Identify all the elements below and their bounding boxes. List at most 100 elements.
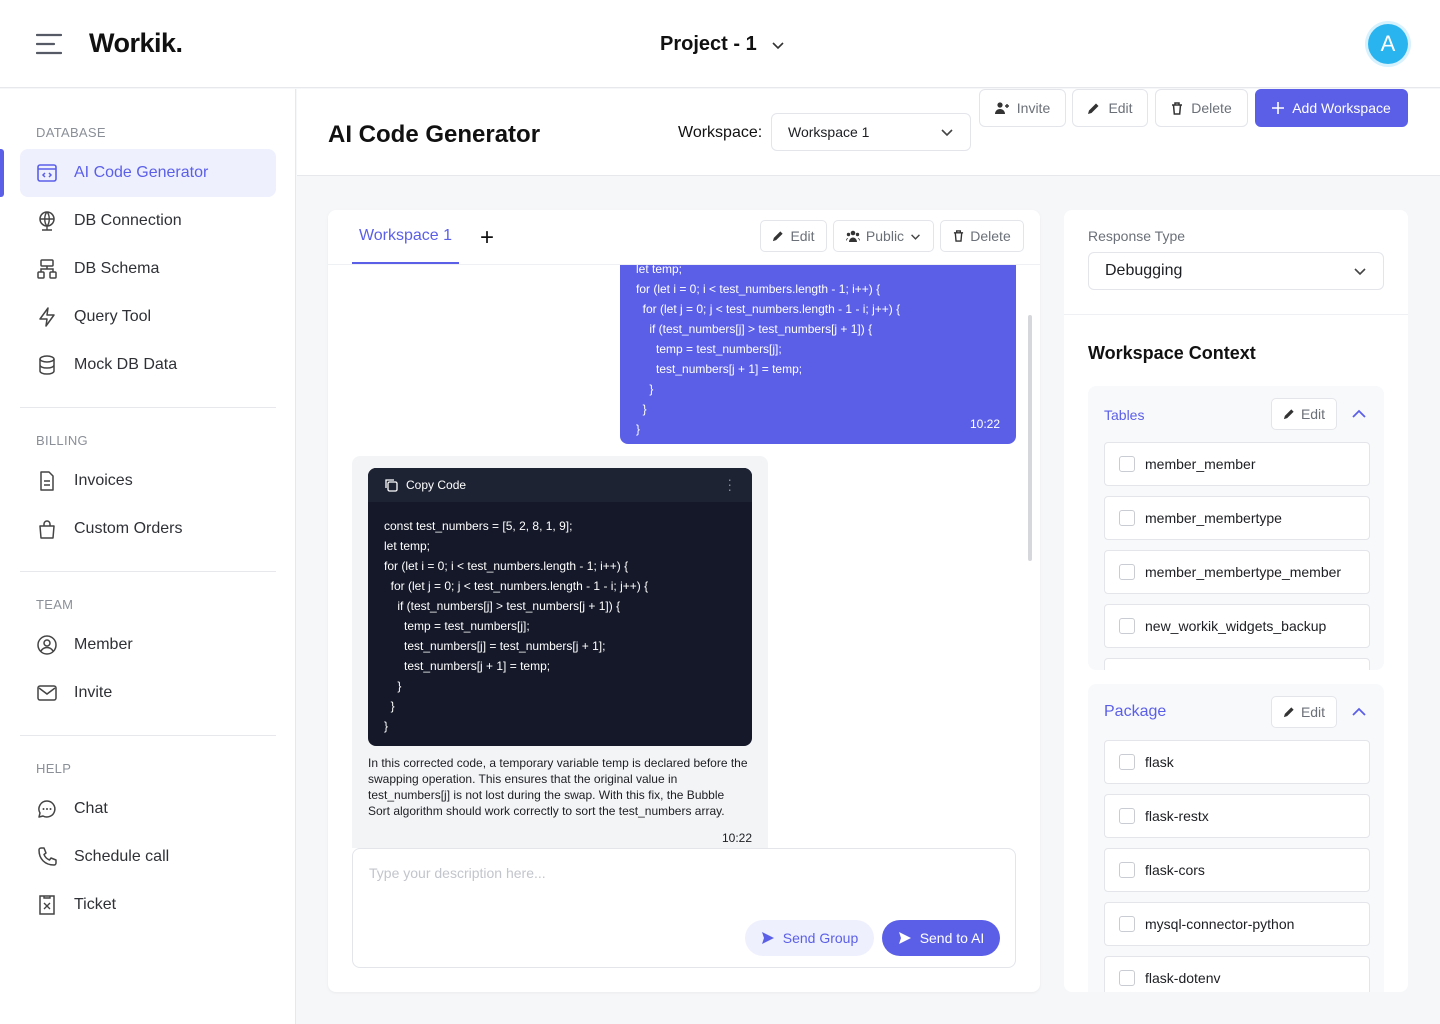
visibility-dropdown[interactable]: Public	[833, 220, 934, 252]
hamburger-menu-icon[interactable]	[36, 33, 62, 55]
project-name: Project - 1	[660, 33, 757, 55]
message-placeholder: Type your description here...	[369, 865, 546, 881]
trash-icon	[954, 230, 964, 242]
sidebar-item-custom-orders[interactable]: Custom Orders	[20, 505, 276, 553]
workspace-select[interactable]: Workspace 1	[771, 113, 971, 151]
chevron-up-icon[interactable]	[1351, 704, 1367, 720]
section-title-team: TEAM	[36, 597, 74, 612]
checkbox[interactable]	[1119, 618, 1135, 634]
sidebar-item-mock-db-data[interactable]: Mock DB Data	[20, 341, 276, 389]
chevron-up-icon[interactable]	[1351, 406, 1367, 422]
table-item[interactable]: member_membertype_member	[1104, 550, 1370, 594]
more-options-icon[interactable]: · · ·	[727, 472, 732, 496]
sidebar-item-chat[interactable]: Chat	[20, 785, 276, 833]
checkbox[interactable]	[1119, 970, 1135, 986]
message-time: 10:22	[721, 831, 752, 845]
add-tab-button[interactable]: +	[480, 224, 494, 252]
checkbox[interactable]	[1119, 754, 1135, 770]
sidebar-item-invoices[interactable]: Invoices	[20, 457, 276, 505]
response-type-select[interactable]: Debugging	[1088, 252, 1384, 290]
user-message-code: let temp; for (let i = 0; i < test_numbe…	[636, 264, 901, 436]
schema-icon	[37, 259, 57, 279]
pencil-icon	[773, 231, 784, 242]
chat-delete-button[interactable]: Delete	[940, 220, 1024, 252]
send-group-button[interactable]: Send Group	[745, 920, 874, 956]
message-input[interactable]: Type your description here... Send Group…	[352, 848, 1016, 968]
invite-button[interactable]: Invite	[979, 89, 1066, 127]
sidebar-item-invite[interactable]: Invite	[20, 669, 276, 717]
send-group-label: Send Group	[782, 930, 859, 946]
table-item[interactable]: member_membertype	[1104, 496, 1370, 540]
trash-icon	[1172, 101, 1183, 115]
sidebar-item-label: Ticket	[74, 896, 117, 913]
edit-workspace-button[interactable]: Edit	[1072, 89, 1148, 127]
chevron-down-icon	[1354, 268, 1366, 276]
response-type-value: Debugging	[1105, 262, 1183, 279]
sidebar-item-query-tool[interactable]: Query Tool	[20, 293, 276, 341]
package-item[interactable]: flask-cors	[1104, 848, 1370, 892]
document-icon	[40, 471, 54, 491]
invite-label: Invite	[1016, 100, 1051, 116]
user-message: let temp; for (let i = 0; i < test_numbe…	[620, 264, 1016, 444]
add-workspace-button[interactable]: Add Workspace	[1255, 89, 1408, 127]
mail-icon	[37, 685, 57, 701]
chevron-down-icon	[911, 233, 920, 240]
sidebar-item-db-schema[interactable]: DB Schema	[20, 245, 276, 293]
send-icon	[761, 932, 774, 944]
checkbox[interactable]	[1119, 808, 1135, 824]
package-title: Package	[1104, 703, 1167, 720]
package-name: flask	[1145, 754, 1174, 770]
edit-label: Edit	[790, 228, 815, 244]
logo[interactable]: Workik.	[89, 28, 183, 59]
checkbox[interactable]	[1119, 862, 1135, 878]
copy-icon[interactable]	[384, 478, 398, 492]
package-item[interactable]: flask	[1104, 740, 1370, 784]
tables-edit-button[interactable]: Edit	[1271, 398, 1337, 430]
globe-icon	[39, 211, 55, 231]
chevron-down-icon	[772, 41, 784, 49]
bag-icon	[39, 520, 55, 539]
chat-edit-button[interactable]: Edit	[760, 220, 827, 252]
table-item[interactable]: member_member	[1104, 442, 1370, 486]
avatar[interactable]: A	[1368, 24, 1408, 64]
chat-scrollbar[interactable]	[1028, 315, 1032, 561]
sidebar-item-label: Member	[74, 636, 133, 653]
sidebar-item-label: Mock DB Data	[74, 356, 178, 373]
ticket-icon	[39, 895, 55, 915]
checkbox[interactable]	[1119, 510, 1135, 526]
project-selector[interactable]: Project - 1	[660, 33, 785, 56]
table-item[interactable]: new_workik_widgets_backup	[1104, 604, 1370, 648]
package-name: mysql-connector-python	[1145, 916, 1295, 932]
tables-panel: Tables Edit member_member member_membert…	[1088, 386, 1384, 670]
sidebar-item-schedule-call[interactable]: Schedule call	[20, 833, 276, 881]
sidebar-item-member[interactable]: Member	[20, 621, 276, 669]
package-item[interactable]: flask-dotenv	[1104, 956, 1370, 992]
divider	[20, 407, 276, 408]
sidebar-item-ticket[interactable]: Ticket	[20, 881, 276, 929]
package-edit-button[interactable]: Edit	[1271, 696, 1337, 728]
sidebar-item-db-connection[interactable]: DB Connection	[20, 197, 276, 245]
message-time: 10:22	[969, 417, 1000, 431]
package-item[interactable]: flask-restx	[1104, 794, 1370, 838]
checkbox[interactable]	[1119, 916, 1135, 932]
workspace-label: Workspace:	[678, 124, 763, 141]
chat-card: Workspace 1 + Edit Public Delete let tem…	[328, 210, 1040, 992]
sidebar-item-label: AI Code Generator	[74, 164, 209, 181]
send-to-ai-button[interactable]: Send to AI	[882, 920, 1000, 956]
page-title: AI Code Generator	[328, 121, 541, 148]
sidebar-item-ai-code-generator[interactable]: AI Code Generator	[20, 149, 276, 197]
table-item-partial[interactable]	[1104, 658, 1370, 670]
response-type-label: Response Type	[1088, 228, 1186, 244]
delete-workspace-button[interactable]: Delete	[1155, 89, 1248, 127]
checkbox[interactable]	[1119, 564, 1135, 580]
checkbox[interactable]	[1119, 456, 1135, 472]
sidebar-item-label: Invite	[74, 684, 113, 701]
edit-label: Edit	[1108, 100, 1133, 116]
divider	[1064, 314, 1408, 315]
chat-messages[interactable]: let temp; for (let i = 0; i < test_numbe…	[328, 264, 1040, 848]
tables-title: Tables	[1104, 407, 1145, 423]
chat-bubble-icon	[38, 800, 56, 818]
package-item[interactable]: mysql-connector-python	[1104, 902, 1370, 946]
copy-code-button[interactable]: Copy Code	[406, 478, 466, 492]
tab-workspace-1[interactable]: Workspace 1	[352, 210, 459, 264]
